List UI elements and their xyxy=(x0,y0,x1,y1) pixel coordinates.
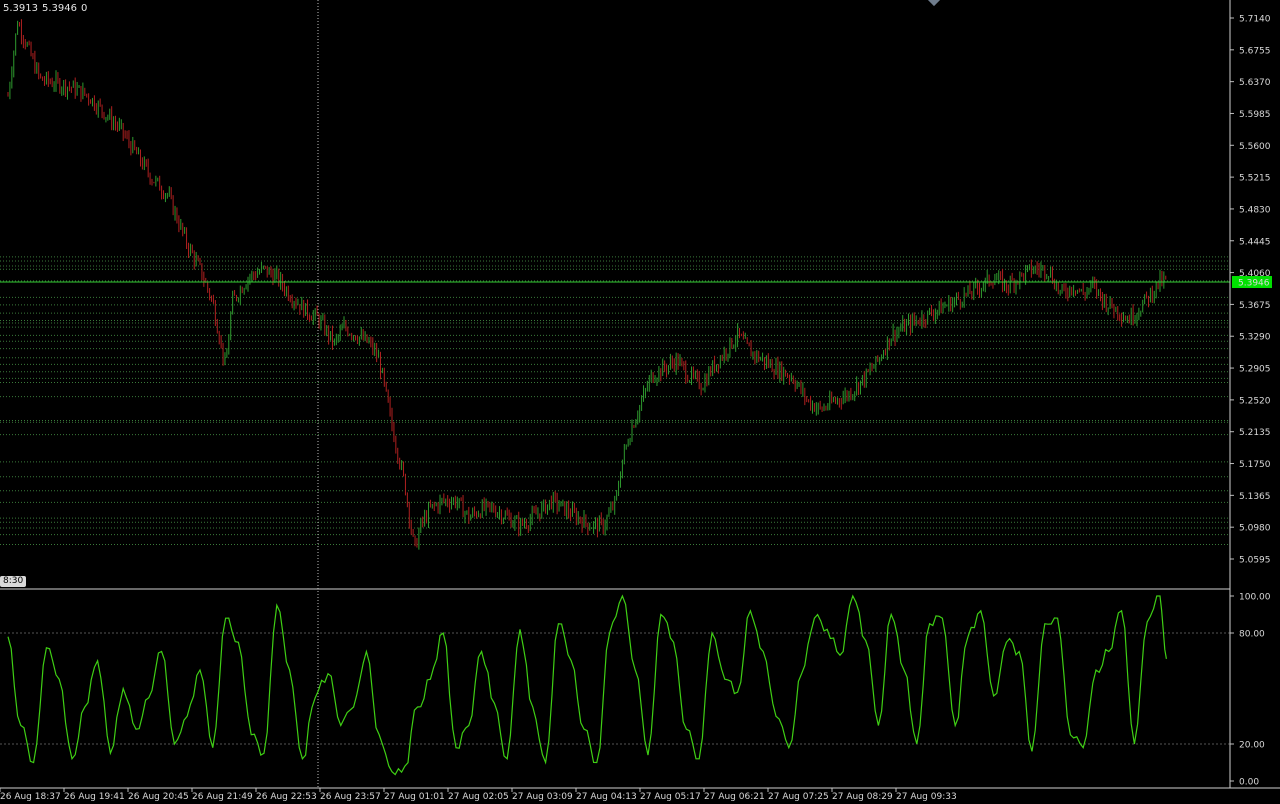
price-tick-label: 5.6755 xyxy=(1239,46,1271,56)
price-tick-label: 5.0980 xyxy=(1239,524,1271,534)
price-tick-label: 5.2905 xyxy=(1239,365,1271,375)
time-tick-label: 26 Aug 23:57 xyxy=(320,792,381,802)
price-tick-label: 5.5985 xyxy=(1239,110,1271,120)
price-tick-label: 5.2135 xyxy=(1239,428,1271,438)
price-tick-label: 5.6370 xyxy=(1239,78,1271,88)
time-tick-label: 27 Aug 07:25 xyxy=(768,792,829,802)
crosshair-time-label: 8:30 xyxy=(0,576,27,587)
time-tick-label: 27 Aug 05:17 xyxy=(640,792,701,802)
ask-price: 5.3946 xyxy=(42,3,77,14)
quote-header: 5.3913 5.3946 0 xyxy=(3,3,91,14)
oscillator-tick-label: 100.00 xyxy=(1239,593,1271,603)
time-tick-label: 27 Aug 04:13 xyxy=(576,792,637,802)
time-tick-label: 27 Aug 09:33 xyxy=(896,792,957,802)
price-tick-label: 5.3675 xyxy=(1239,301,1271,311)
price-tick-label: 5.4445 xyxy=(1239,237,1271,247)
time-tick-label: 27 Aug 03:09 xyxy=(512,792,573,802)
time-tick-label: 27 Aug 02:05 xyxy=(448,792,509,802)
time-tick-label: 26 Aug 22:53 xyxy=(256,792,317,802)
price-tick-label: 5.0595 xyxy=(1239,556,1271,566)
time-tick-label: 27 Aug 01:01 xyxy=(384,792,445,802)
oscillator-tick-label: 0.00 xyxy=(1239,778,1259,788)
bid-price: 5.3913 xyxy=(3,3,38,14)
spread-value: 0 xyxy=(81,3,88,14)
time-tick-label: 26 Aug 19:41 xyxy=(64,792,125,802)
price-tick-label: 5.7140 xyxy=(1239,15,1271,25)
price-tick-label: 5.3290 xyxy=(1239,333,1271,343)
price-tick-label: 5.1365 xyxy=(1239,492,1271,502)
time-tick-label: 26 Aug 18:37 xyxy=(0,792,61,802)
time-tick-label: 26 Aug 21:49 xyxy=(192,792,253,802)
time-tick-label: 26 Aug 20:45 xyxy=(128,792,189,802)
time-tick-label: 27 Aug 08:29 xyxy=(832,792,893,802)
price-tick-label: 5.5600 xyxy=(1239,142,1271,152)
price-tick-label: 5.4830 xyxy=(1239,205,1271,215)
price-tick-label: 5.5215 xyxy=(1239,174,1271,184)
price-tick-label: 5.4060 xyxy=(1239,269,1271,279)
chart-background xyxy=(0,0,1280,804)
current-price-tag-label: 5.3946 xyxy=(1238,279,1270,289)
price-tick-label: 5.1750 xyxy=(1239,460,1271,470)
trading-chart[interactable]: 5.3946 5.7140 5.6755 5.6370 5.5985 5.5600 5.5… xyxy=(0,0,1280,804)
time-tick-label: 27 Aug 06:21 xyxy=(704,792,765,802)
oscillator-tick-label: 80.00 xyxy=(1239,630,1265,640)
price-tick-label: 5.2520 xyxy=(1239,396,1271,406)
oscillator-tick-label: 20.00 xyxy=(1239,741,1265,751)
